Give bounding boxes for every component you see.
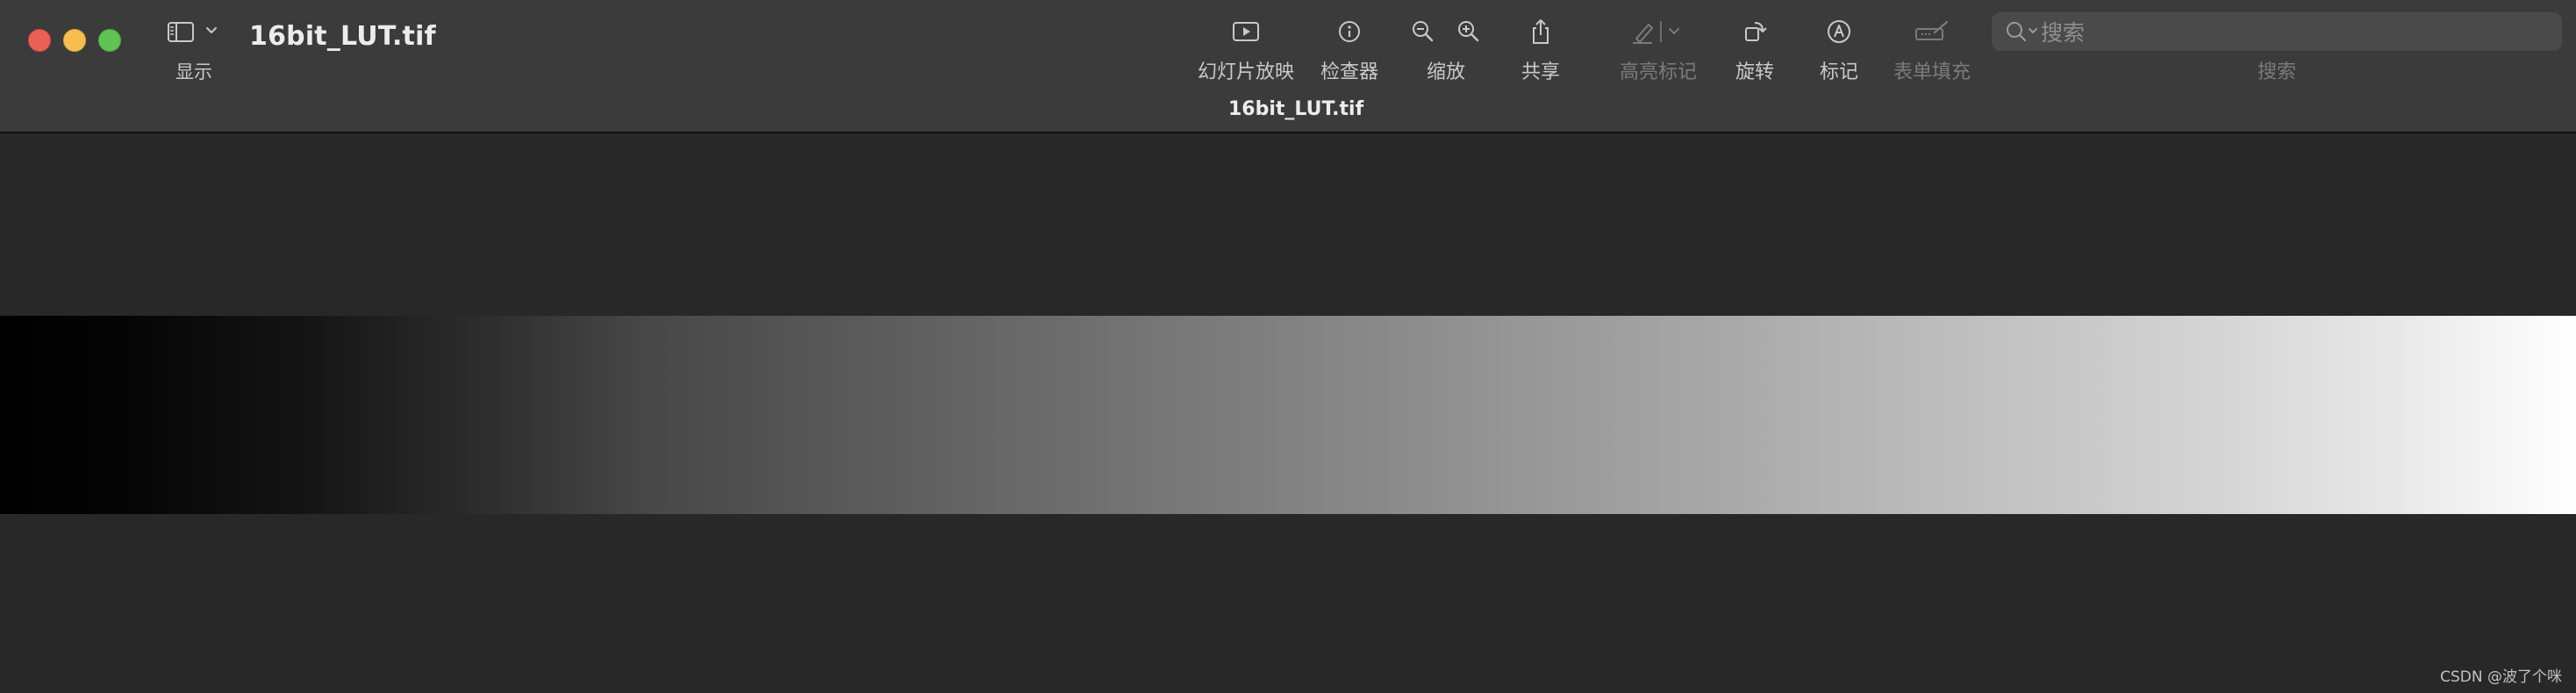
toolbar: 显示 16bit_LUT.tif 幻灯片放映 检查器 缩放 共享 高亮标记 旋转… — [0, 0, 2576, 133]
close-window-button[interactable] — [28, 29, 51, 52]
zoom-window-button[interactable] — [98, 29, 121, 52]
pen-circle-icon — [1828, 20, 1850, 43]
share-up-icon — [1533, 19, 1549, 44]
search-icon — [2007, 22, 2037, 42]
rotate-square-icon — [1745, 22, 1767, 41]
play-rectangle-icon — [1233, 22, 1259, 41]
form-fill-button[interactable]: 表单填充 — [1888, 12, 1976, 91]
search-caption: 搜索 — [2257, 61, 2296, 83]
slideshow-button[interactable]: 幻灯片放映 — [1198, 12, 1294, 91]
info-circle-icon — [1339, 21, 1360, 42]
highlighter-pen-icon — [1633, 21, 1679, 44]
search-input[interactable] — [2039, 16, 2551, 49]
form-fill-label: 表单填充 — [1893, 61, 1971, 83]
share-button[interactable]: 共享 — [1497, 12, 1585, 91]
share-label: 共享 — [1521, 61, 1560, 83]
window-title: 16bit_LUT.tif — [249, 21, 436, 52]
form-pen-icon — [1915, 20, 1949, 40]
inspector-button[interactable]: 检查器 — [1306, 12, 1393, 91]
sidebar-toggle-button[interactable] — [165, 16, 226, 47]
highlight-button[interactable]: 高亮标记 — [1614, 12, 1702, 91]
preview-window: 显示 16bit_LUT.tif 幻灯片放映 检查器 缩放 共享 高亮标记 旋转… — [0, 0, 2576, 693]
zoom-group: 缩放 — [1400, 12, 1492, 91]
sidebar-icon — [168, 22, 217, 42]
sidebar-toggle-label: 显示 — [175, 61, 212, 82]
minimize-window-button[interactable] — [63, 29, 86, 52]
zoom-in-icon[interactable] — [1456, 18, 1482, 45]
search-field[interactable] — [1992, 12, 2562, 51]
document-canvas[interactable]: CSDN @波了个咪 — [0, 133, 2576, 693]
markup-button[interactable]: 标记 — [1795, 12, 1883, 91]
document-subtitle: 16bit_LUT.tif — [1228, 98, 1364, 120]
lut-gradient-image — [0, 316, 2576, 514]
watermark: CSDN @波了个咪 — [2440, 668, 2562, 686]
zoom-out-icon[interactable] — [1410, 18, 1436, 45]
